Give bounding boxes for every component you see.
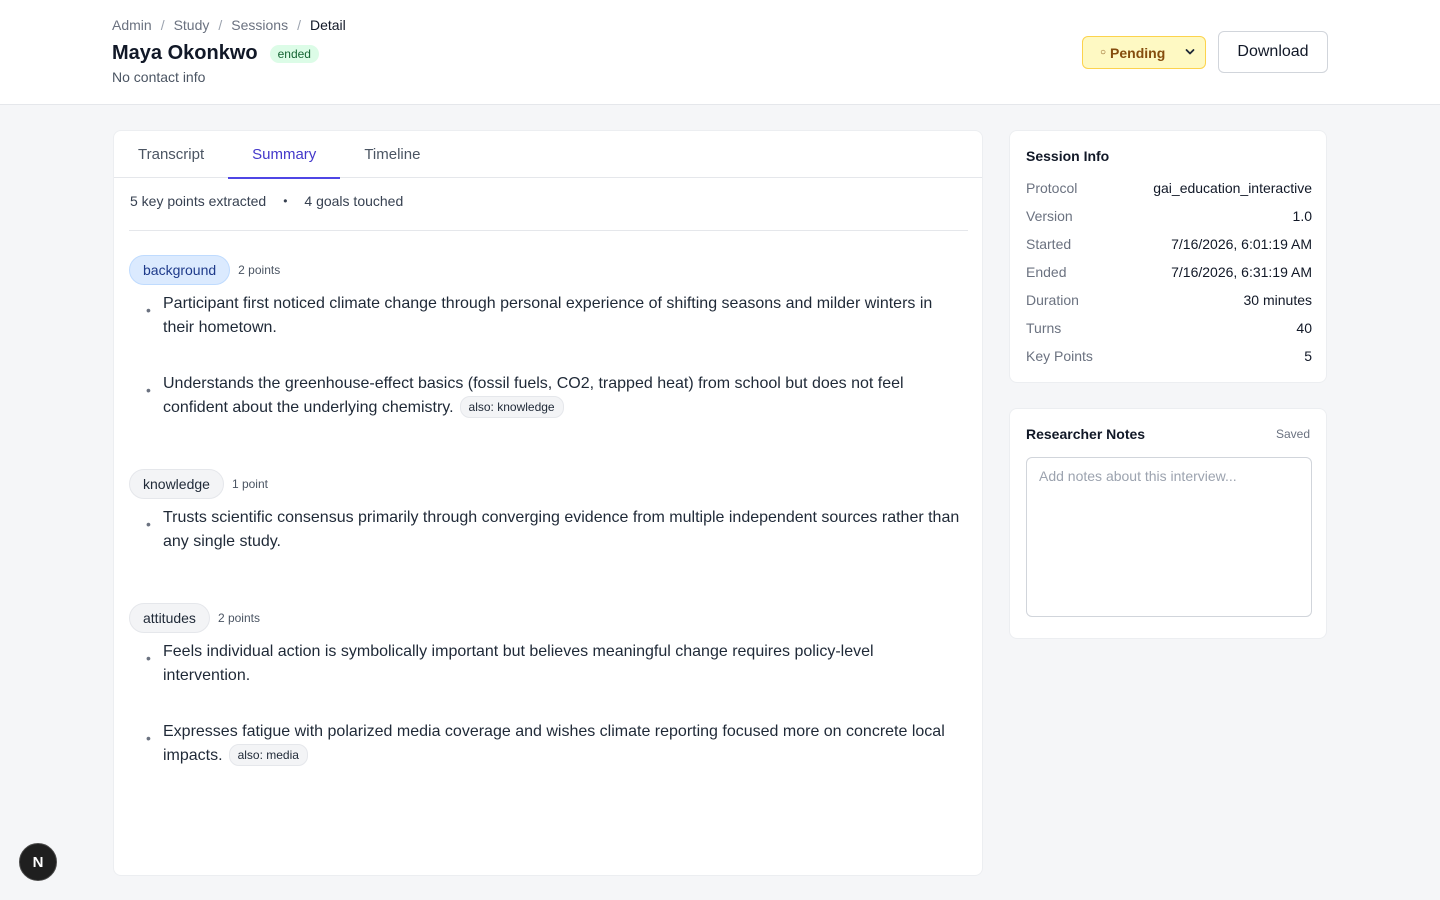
info-row-key-points: Key Points 5 [1026, 348, 1312, 364]
breadcrumb: Admin / Study / Sessions / Detail [112, 17, 346, 33]
researcher-notes-card: Researcher Notes Saved [1009, 408, 1327, 639]
stats-separator: • [283, 194, 288, 208]
contact-info: No contact info [112, 69, 206, 85]
notes-textarea[interactable] [1026, 457, 1312, 617]
info-value: 30 minutes [1243, 292, 1312, 308]
breadcrumb-separator: / [297, 17, 301, 33]
info-value: gai_education_interactive [1153, 180, 1312, 196]
tab-summary[interactable]: Summary [228, 131, 341, 179]
info-value: 7/16/2026, 6:31:19 AM [1171, 264, 1312, 280]
bullet: • [146, 650, 151, 666]
info-value: 1.0 [1292, 208, 1312, 224]
breadcrumb-current: Detail [309, 17, 346, 33]
divider [129, 230, 968, 231]
goal-tag-knowledge[interactable]: knowledge [129, 469, 224, 499]
info-row-ended: Ended 7/16/2026, 6:31:19 AM [1026, 264, 1312, 280]
info-row-started: Started 7/16/2026, 6:01:19 AM [1026, 236, 1312, 252]
key-point: • Participant first noticed climate chan… [129, 292, 964, 340]
bullet: • [146, 516, 151, 532]
key-points-count: 5 key points extracted [130, 193, 267, 209]
key-point: • Feels individual action is symbolicall… [129, 640, 964, 688]
also-tag-knowledge[interactable]: also: knowledge [459, 396, 564, 418]
page-header: Admin / Study / Sessions / Detail Maya O… [0, 0, 1440, 105]
pending-circle-icon: ○ [1100, 47, 1107, 58]
goal-tag-attitudes[interactable]: attitudes [129, 603, 210, 633]
bullet: • [146, 302, 151, 318]
review-status-select[interactable]: ○ Pending [1082, 36, 1206, 69]
info-label: Version [1026, 208, 1073, 224]
key-point-text: Participant first noticed climate change… [163, 295, 933, 336]
key-point-text: Trusts scientific consensus primarily th… [163, 509, 960, 550]
session-info-title: Session Info [1026, 148, 1110, 164]
breadcrumb-admin[interactable]: Admin [112, 17, 152, 33]
key-point: • Expresses fatigue with polarized media… [129, 720, 964, 768]
title-row: Maya Okonkwo ended [112, 42, 319, 65]
info-label: Ended [1026, 264, 1067, 280]
goal-point-count: 2 points [217, 611, 260, 625]
goal-group-attitudes: attitudes 2 points • Feels individual ac… [129, 603, 964, 768]
info-row-protocol: Protocol gai_education_interactive [1026, 180, 1312, 196]
goals-count: 4 goals touched [304, 193, 404, 209]
key-point-text: Feels individual action is symbolically … [163, 643, 874, 684]
goal-group-knowledge: knowledge 1 point • Trusts scientific co… [129, 469, 964, 554]
review-status-label: Pending [1110, 44, 1166, 61]
breadcrumb-study[interactable]: Study [174, 17, 210, 33]
goal-point-count: 2 points [238, 263, 281, 277]
bullet: • [146, 730, 151, 746]
status-badge: ended [269, 44, 319, 63]
key-point: • Trusts scientific consensus primarily … [129, 506, 964, 554]
breadcrumb-separator: / [218, 17, 223, 33]
info-label: Duration [1026, 292, 1079, 308]
saved-indicator: Saved [1275, 427, 1310, 441]
goal-header: attitudes 2 points [129, 603, 964, 633]
download-button[interactable]: Download [1218, 31, 1328, 73]
summary-card: Transcript Summary Timeline 5 key points… [113, 130, 983, 876]
goal-point-count: 1 point [231, 477, 268, 491]
goal-header: knowledge 1 point [129, 469, 964, 499]
info-row-duration: Duration 30 minutes [1026, 292, 1312, 308]
info-value: 5 [1304, 348, 1312, 364]
info-row-version: Version 1.0 [1026, 208, 1312, 224]
goal-group-background: background 2 points • Participant first … [129, 255, 964, 420]
chevron-down-icon [1185, 49, 1195, 55]
info-label: Protocol [1026, 180, 1078, 196]
info-value: 40 [1296, 320, 1312, 336]
also-tag-media[interactable]: also: media [228, 744, 308, 766]
goal-header: background 2 points [129, 255, 964, 285]
info-value: 7/16/2026, 6:01:19 AM [1171, 236, 1312, 252]
session-info-card: Session Info Protocol gai_education_inte… [1009, 130, 1327, 383]
tab-transcript[interactable]: Transcript [114, 131, 228, 178]
participant-name: Maya Okonkwo [112, 42, 258, 64]
dev-tools-button[interactable]: N [19, 843, 57, 881]
n-logo-icon: N [32, 853, 44, 871]
breadcrumb-sessions[interactable]: Sessions [231, 17, 288, 33]
tab-bar: Transcript Summary Timeline [114, 131, 982, 179]
summary-stats: 5 key points extracted • 4 goals touched [130, 193, 403, 209]
info-label: Turns [1026, 320, 1062, 336]
key-point: • Understands the greenhouse-effect basi… [129, 372, 964, 420]
bullet: • [146, 382, 151, 398]
info-label: Key Points [1026, 348, 1093, 364]
tab-timeline[interactable]: Timeline [340, 131, 444, 178]
breadcrumb-separator: / [160, 17, 165, 33]
goal-tag-background[interactable]: background [129, 255, 231, 285]
info-label: Started [1026, 236, 1072, 252]
info-row-turns: Turns 40 [1026, 320, 1312, 336]
researcher-notes-title: Researcher Notes [1026, 426, 1146, 442]
